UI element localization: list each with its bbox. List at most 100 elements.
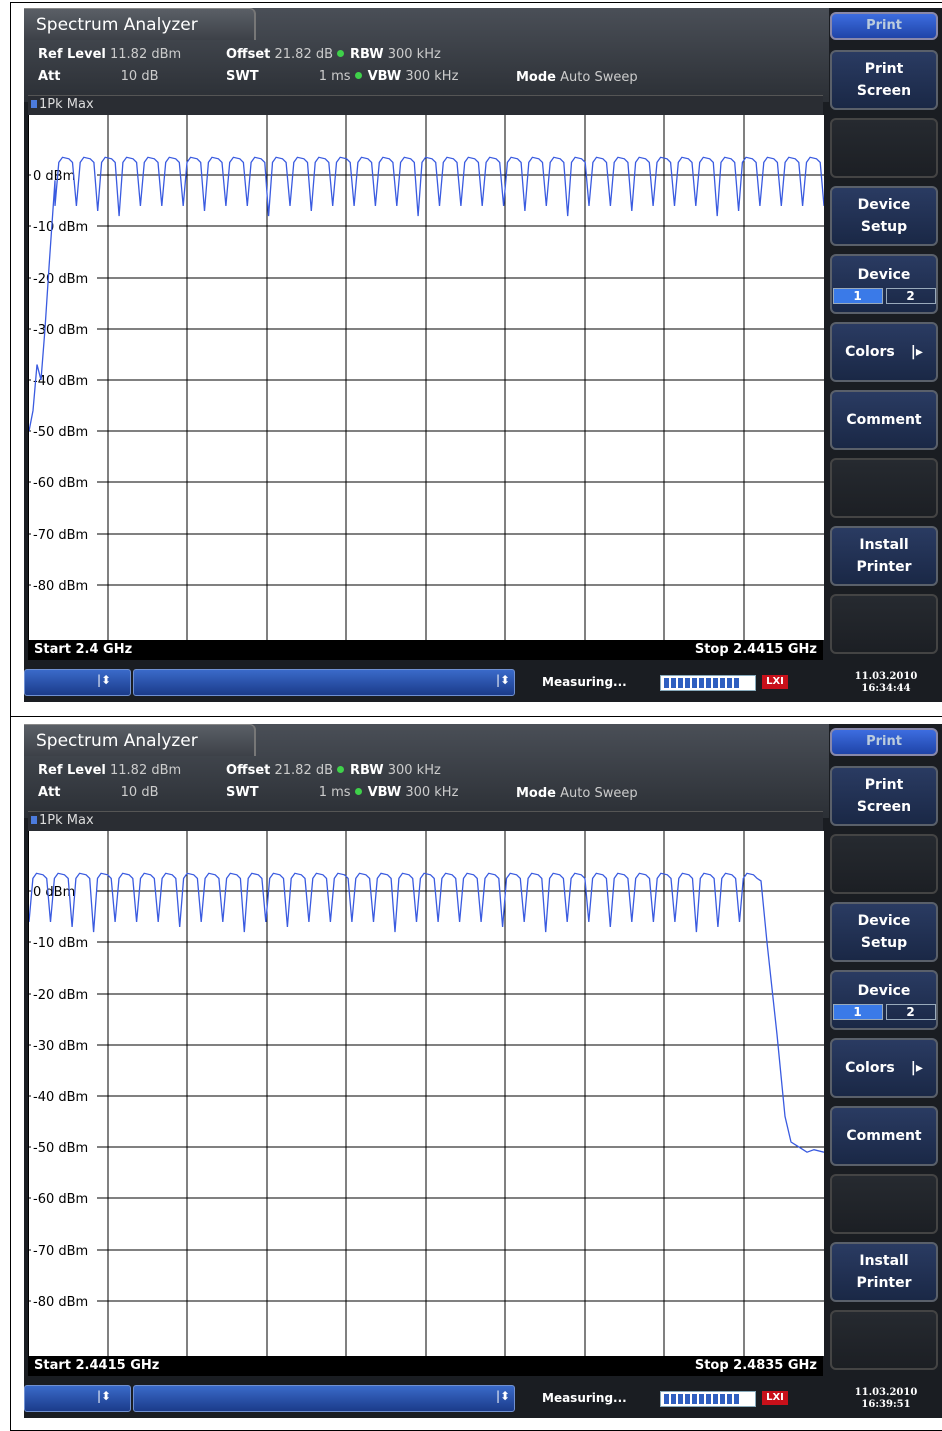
y-tick-label: -30 dBm [33, 323, 88, 338]
figure-separator [10, 716, 942, 717]
trace-label-text: 1Pk Max [39, 813, 94, 828]
vbw-value: 300 kHz [405, 69, 459, 84]
date-time: 11.03.2010 16:34:44 [830, 665, 942, 702]
progress-segment [671, 1394, 676, 1404]
empty-softkey-3[interactable] [830, 594, 938, 654]
y-tick-label: -50 dBm [33, 1141, 88, 1156]
progress-segment [692, 678, 697, 688]
colors-button[interactable]: Colors |▸ [830, 322, 938, 382]
comment-button[interactable]: Comment [830, 390, 938, 450]
rbw-value: 300 kHz [387, 763, 441, 778]
print-screen-button[interactable]: Print Screen [830, 50, 938, 110]
mode-value: Auto Sweep [560, 70, 638, 85]
rbw-label: RBW [350, 763, 384, 778]
device-option-1: 1 [832, 288, 883, 304]
rbw-status-dot-icon [337, 50, 345, 57]
trace-color-icon [31, 100, 37, 108]
measuring-status: Measuring... [542, 675, 627, 689]
updown-icon: |⬍ [97, 1389, 112, 1403]
print-screen-label-1: Print [864, 61, 904, 77]
app-title: Spectrum Analyzer [36, 15, 198, 35]
vbw-label: VBW [367, 69, 402, 84]
att-value: 10 dB [120, 785, 159, 800]
stop-frequency: Stop 2.4415 GHz [694, 642, 817, 657]
install-printer-button[interactable]: Install Printer [830, 1242, 938, 1302]
empty-softkey-2[interactable] [830, 458, 938, 518]
mode-value: Auto Sweep [560, 786, 638, 801]
print-screen-button[interactable]: Print Screen [830, 766, 938, 826]
y-tick-label: -80 dBm [33, 579, 88, 594]
device-option-2: 2 [885, 1004, 936, 1020]
y-tick-label: -40 dBm [33, 1090, 88, 1105]
progress-segment [727, 1394, 732, 1404]
print-screen-label-1: Print [864, 777, 904, 793]
print-menu-header: Print [830, 12, 938, 40]
comment-label: Comment [846, 412, 922, 428]
progress-segment [664, 678, 669, 688]
vbw-status-dot-icon [354, 788, 362, 795]
rbw-value: 300 kHz [387, 47, 441, 62]
ref-level-value: 11.82 dBm [110, 47, 182, 62]
y-tick-label: -70 dBm [33, 1244, 88, 1259]
header-area: Spectrum Analyzer Ref Level 11.82 dBm Of… [24, 724, 829, 818]
device-setup-button[interactable]: Device Setup [830, 902, 938, 962]
swt-value: 1 ms [318, 785, 351, 800]
empty-softkey-2[interactable] [830, 1174, 938, 1234]
status-bar: |⬍ |⬍ Measuring... LXI [24, 665, 829, 702]
empty-softkey-1[interactable] [830, 118, 938, 178]
progress-segment [678, 678, 683, 688]
progress-segment [727, 678, 732, 688]
install-printer-button[interactable]: Install Printer [830, 526, 938, 586]
progress-segment [664, 1394, 669, 1404]
y-tick-label: -20 dBm [33, 272, 88, 287]
date-time: 11.03.2010 16:39:51 [830, 1381, 942, 1418]
device-switch: 12 [832, 1004, 936, 1020]
app-title-tab[interactable]: Spectrum Analyzer [24, 724, 256, 756]
y-tick-label: -60 dBm [33, 1192, 88, 1207]
device-toggle-button[interactable]: Device 1 2 [830, 970, 938, 1030]
device-setup-label-2: Setup [860, 219, 908, 235]
progress-segment [720, 678, 725, 688]
start-frequency: Start 2.4415 GHz [34, 1358, 160, 1373]
submenu-arrow-icon: |▸ [910, 1060, 923, 1076]
offset-info: Offset 21.82 dB RBW 300 kHz [226, 47, 441, 62]
trace-color-icon [31, 816, 37, 824]
status-select-left[interactable]: |⬍ [24, 669, 131, 696]
updown-icon: |⬍ [97, 673, 112, 687]
y-tick-label: -20 dBm [33, 988, 88, 1003]
trace-label[interactable]: 1Pk Max [31, 813, 94, 828]
offset-info: Offset 21.82 dB RBW 300 kHz [226, 763, 441, 778]
colors-button[interactable]: Colors |▸ [830, 1038, 938, 1098]
empty-softkey-1[interactable] [830, 834, 938, 894]
progress-segment [734, 678, 739, 688]
date: 11.03.2010 [854, 671, 918, 682]
att-label: Att [38, 69, 61, 84]
device-toggle-button[interactable]: Device 1 2 [830, 254, 938, 314]
offset-label: Offset [226, 763, 271, 778]
submenu-arrow-icon: |▸ [910, 344, 923, 360]
progress-segment [671, 678, 676, 688]
stop-frequency: Stop 2.4835 GHz [694, 1358, 817, 1373]
progress-segment [720, 1394, 725, 1404]
empty-softkey-3[interactable] [830, 1310, 938, 1370]
progress-segment [699, 1394, 704, 1404]
device-setup-button[interactable]: Device Setup [830, 186, 938, 246]
att-label: Att [38, 785, 61, 800]
vbw-value: 300 kHz [405, 785, 459, 800]
comment-button[interactable]: Comment [830, 1106, 938, 1166]
status-select-main[interactable]: |⬍ [133, 669, 515, 696]
spectrum-plot[interactable]: 0 dBm -10 dBm -20 dBm -30 dBm -40 dBm -50 dBm… [28, 831, 824, 1356]
device-option-1: 1 [832, 1004, 883, 1020]
rbw-status-dot-icon [337, 766, 345, 773]
y-tick-label: -70 dBm [33, 528, 88, 543]
trace-label[interactable]: 1Pk Max [31, 97, 94, 112]
progress-segment [685, 1394, 690, 1404]
status-select-main[interactable]: |⬍ [133, 1385, 515, 1412]
spectrum-plot[interactable]: 0 dBm -10 dBm -20 dBm -30 dBm -40 dBm -50 dBm… [28, 115, 824, 640]
install-printer-label-2: Printer [856, 559, 912, 575]
status-select-left[interactable]: |⬍ [24, 1385, 131, 1412]
swt-label: SWT [226, 69, 259, 84]
app-title-tab[interactable]: Spectrum Analyzer [24, 8, 256, 40]
offset-value: 21.82 dB [274, 47, 334, 62]
header-area: Spectrum Analyzer Ref Level 11.82 dBm Of… [24, 8, 829, 102]
